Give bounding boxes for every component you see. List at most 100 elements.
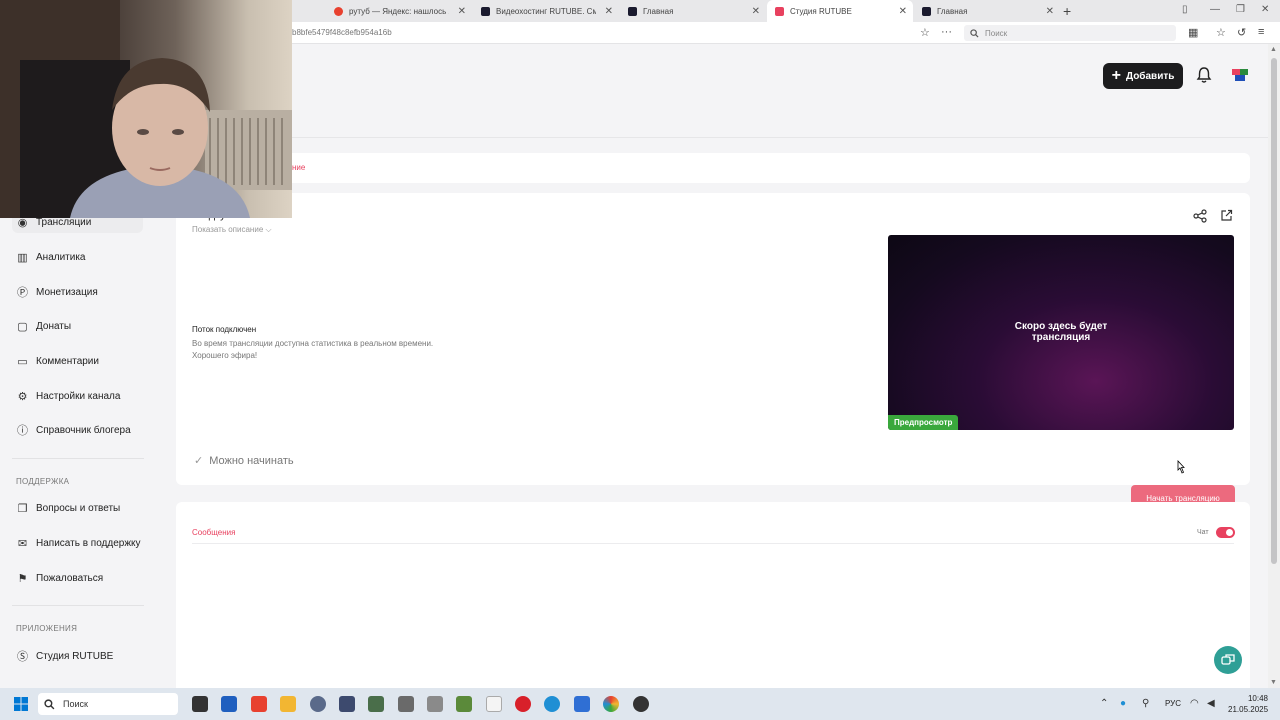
close-tab-icon[interactable]: ✕ [1046, 6, 1054, 17]
chrome-icon[interactable] [603, 696, 619, 712]
sidebar-item-report[interactable]: ⚑ Пожаловаться [12, 567, 143, 589]
folder-icon[interactable] [280, 696, 296, 712]
plus-icon: + [1111, 67, 1121, 84]
sidebar: ◉ Трансляции ▥ Аналитика Ⓟ Монетизация ▢… [0, 170, 160, 680]
avatar[interactable] [1230, 67, 1250, 83]
scroll-up-icon[interactable]: ▲ [1270, 46, 1277, 53]
comment-icon: ▭ [17, 355, 28, 368]
sidebar-item-blogger-guide[interactable]: ⓘ Справочник блогера [12, 419, 143, 441]
collections-icon[interactable]: ▦ [1188, 26, 1198, 39]
app-icon[interactable] [427, 696, 443, 712]
search-icon [970, 28, 979, 38]
sidebar-item-donations[interactable]: ▢ Донаты [12, 315, 143, 337]
stream-card: оездку Показать описание ⌵ Поток подключ… [176, 193, 1250, 511]
tray-chevron-icon[interactable]: ⌃ [1100, 698, 1108, 709]
stream-preview[interactable]: Скоро здесь будет трансляция Предпросмот… [888, 235, 1234, 430]
mouse-cursor-icon [1177, 460, 1185, 474]
sidebar-item-contact-support[interactable]: ✉ Написать в поддержку [12, 532, 143, 554]
yandex-browser-icon[interactable] [251, 696, 267, 712]
minecraft-icon[interactable] [456, 696, 472, 712]
browser-tab[interactable]: Главная ✕ [914, 0, 1060, 22]
favorites-icon[interactable]: ☆ [1216, 26, 1226, 39]
url-text[interactable]: b8bfe5479f48c8efb954a16b [292, 28, 392, 37]
sidebar-item-studio-app[interactable]: Ⓢ Студия RUTUBE [12, 645, 143, 667]
flag-icon: ⚑ [17, 572, 28, 585]
rutube-icon [481, 6, 490, 16]
wallet-icon: ▢ [17, 320, 28, 333]
scroll-thumb[interactable] [1271, 58, 1277, 564]
app-icon[interactable] [339, 696, 355, 712]
usb-icon[interactable]: ⚲ [1142, 698, 1149, 709]
clock[interactable]: 10:48 21.05.2025 [1228, 693, 1268, 715]
browser-tab[interactable]: Главная ✕ [620, 0, 766, 22]
bell-icon[interactable] [1196, 66, 1212, 84]
close-window-icon[interactable]: ✕ [1261, 4, 1269, 15]
windows-start-icon[interactable] [14, 697, 28, 711]
preview-placeholder-text: Скоро здесь будет трансляция [1014, 321, 1108, 343]
sidebar-item-comments[interactable]: ▭ Комментарии [12, 350, 143, 372]
app-icon[interactable] [633, 696, 649, 712]
sidebar-item-monetization[interactable]: Ⓟ Монетизация [12, 281, 143, 303]
webcam-overlay [0, 0, 292, 218]
scroll-down-icon[interactable]: ▼ [1270, 679, 1277, 686]
sidebar-item-channel-settings[interactable]: ⚙ Настройки канала [12, 385, 143, 407]
minimize-icon[interactable]: — [1210, 4, 1220, 15]
gear-icon: ⚙ [17, 390, 28, 403]
language-indicator[interactable]: РУС [1165, 699, 1181, 708]
more-icon[interactable]: ··· [941, 26, 952, 38]
task-view-icon[interactable] [192, 696, 208, 712]
close-tab-icon[interactable]: ✕ [752, 6, 760, 17]
game-icon[interactable] [310, 696, 326, 712]
page-scrollbar[interactable]: ▲ ▼ [1268, 44, 1280, 688]
sidebar-item-analytics[interactable]: ▥ Аналитика [12, 246, 143, 268]
star-icon[interactable]: ☆ [920, 26, 930, 39]
chat-toggle[interactable] [1216, 527, 1235, 538]
app-icon[interactable] [574, 696, 590, 712]
apps-heading: ПРИЛОЖЕНИЯ [16, 624, 78, 633]
status-greeting: Хорошего эфира! [192, 351, 258, 360]
windows-taskbar: Поиск ⌃ ● ⚲ РУС ◠ ◀ 10:48 21.05.2025 [0, 688, 1280, 720]
store-icon[interactable] [221, 696, 237, 712]
restore-icon[interactable]: ❐ [1236, 4, 1245, 15]
close-tab-icon[interactable]: ✕ [899, 6, 907, 17]
browser-tab[interactable]: рутуб — Яндекс: нашлось 2 ✕ [326, 0, 472, 22]
close-tab-icon[interactable]: ✕ [605, 6, 613, 17]
app-icon[interactable] [398, 696, 414, 712]
divider [192, 543, 1234, 544]
wifi-icon[interactable]: ◠ [1190, 698, 1199, 709]
network-app-icon[interactable]: ● [1120, 698, 1126, 709]
external-link-icon[interactable] [1220, 209, 1233, 222]
file-icon[interactable] [486, 696, 502, 712]
tab-active[interactable]: ние [292, 163, 305, 172]
ready-status: ✓ Можно начинать [194, 454, 294, 468]
search-icon [44, 698, 55, 709]
share-icon[interactable] [1193, 209, 1207, 223]
browser-search-input[interactable]: Поиск [964, 25, 1176, 41]
app-icon[interactable] [368, 696, 384, 712]
mail-icon: ✉ [17, 537, 28, 550]
sidebar-divider [12, 605, 144, 606]
show-description-link[interactable]: Показать описание ⌵ [192, 225, 272, 235]
sidebar-item-faq[interactable]: ❐ Вопросы и ответы [12, 497, 143, 519]
new-tab-icon[interactable]: + [1063, 3, 1071, 19]
chat-bubbles-icon: ❐ [17, 502, 28, 515]
edge-icon[interactable] [544, 696, 560, 712]
history-icon[interactable]: ↺ [1237, 26, 1246, 39]
chart-icon: ▥ [17, 251, 28, 264]
volume-icon[interactable]: ◀ [1207, 698, 1215, 709]
chat-toggle-label: Чат [1197, 529, 1209, 536]
browser-tab[interactable]: Видеохостинг RUTUBE. Смотр ✕ [473, 0, 619, 22]
browser-tab-active[interactable]: Студия RUTUBE ✕ [767, 0, 913, 22]
support-chat-button[interactable] [1214, 646, 1242, 674]
bookmark-window-icon[interactable]: ▯ [1182, 4, 1188, 15]
studio-icon: Ⓢ [17, 651, 28, 663]
opera-icon[interactable] [515, 696, 531, 712]
sidebar-divider [12, 458, 144, 459]
tab-messages[interactable]: Сообщения [192, 528, 235, 537]
preview-badge: Предпросмотр [888, 415, 959, 430]
close-tab-icon[interactable]: ✕ [458, 6, 466, 17]
taskbar-search-input[interactable]: Поиск [38, 693, 178, 715]
menu-icon[interactable]: ≡ [1258, 26, 1264, 38]
add-button[interactable]: + Добавить [1103, 63, 1183, 89]
chat-bubbles-icon [1221, 654, 1235, 665]
